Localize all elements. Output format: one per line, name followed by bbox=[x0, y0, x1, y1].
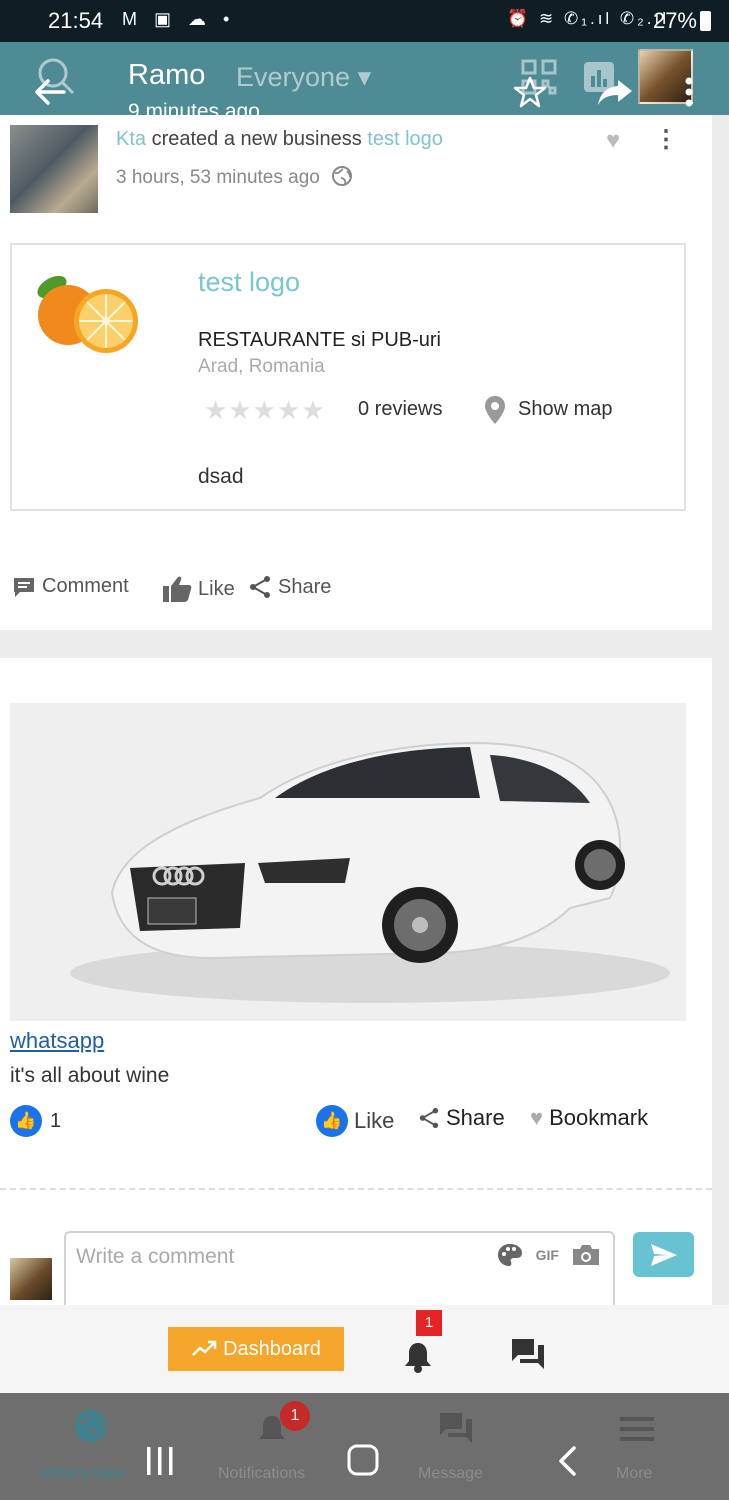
activity-headline: Kta created a new business test logo bbox=[116, 128, 443, 151]
business-card[interactable]: test logo RESTAURANTE si PUB-uri Arad, R… bbox=[10, 243, 686, 511]
commenter-avatar bbox=[10, 1258, 52, 1300]
battery-indicator: 27% bbox=[653, 8, 711, 34]
chat-icon bbox=[440, 1413, 472, 1443]
post-link[interactable]: whatsapp bbox=[10, 1028, 104, 1054]
bottom-navigation: What's New 1 Notifications Message More bbox=[0, 1393, 729, 1500]
bell-icon bbox=[405, 1343, 431, 1373]
heart-icon: ♥ bbox=[530, 1105, 544, 1130]
app-header: Ramo Everyone ▾ 9 minutes ago bbox=[0, 42, 729, 123]
status-signal-icons: ⏰ ≋ ✆₁.ıl ✆₂.ıl bbox=[507, 9, 669, 28]
back-icon[interactable] bbox=[556, 1445, 580, 1477]
share-label: Share bbox=[278, 575, 332, 598]
quick-tab-bar: Dashboard 1 bbox=[0, 1305, 729, 1393]
like-label: Like bbox=[198, 577, 235, 600]
battery-percent: 27% bbox=[652, 8, 697, 33]
notifications-tab[interactable]: 1 bbox=[400, 1310, 442, 1380]
like-count[interactable]: 👍 1 bbox=[10, 1105, 61, 1137]
author-link[interactable]: Kta bbox=[116, 128, 146, 150]
dashboard-label: Dashboard bbox=[223, 1337, 321, 1360]
thumbs-up-icon: 👍 bbox=[316, 1105, 348, 1137]
thumbs-up-icon bbox=[163, 576, 192, 602]
globe-icon bbox=[332, 166, 353, 186]
show-map-link[interactable]: Show map bbox=[518, 398, 613, 421]
more-vertical-icon[interactable] bbox=[684, 76, 694, 108]
activity-feed[interactable]: Kta created a new business test logo 3 h… bbox=[0, 115, 729, 1305]
business-category: RESTAURANTE si PUB-uri bbox=[198, 329, 441, 351]
dashboard-button[interactable]: Dashboard bbox=[168, 1327, 344, 1371]
menu-icon bbox=[620, 1417, 654, 1441]
battery-icon bbox=[700, 11, 711, 31]
activity-time: 3 hours, 53 minutes ago bbox=[116, 165, 353, 189]
nav-message-label: Message bbox=[418, 1465, 483, 1482]
camera-icon[interactable] bbox=[571, 1243, 601, 1267]
comment-tools: GIF bbox=[496, 1242, 601, 1268]
send-comment-button[interactable] bbox=[633, 1232, 694, 1277]
activity-time-text: 3 hours, 53 minutes ago bbox=[116, 167, 320, 188]
comment-label: Comment bbox=[42, 575, 129, 597]
status-notification-icons: M ▣ ☁ • bbox=[122, 9, 236, 29]
business-name[interactable]: test logo bbox=[198, 267, 300, 298]
comment-icon bbox=[14, 577, 34, 597]
share-arrow-icon[interactable] bbox=[596, 78, 634, 106]
audience-selector[interactable]: Everyone ▾ bbox=[236, 62, 371, 93]
post-caption: it's all about wine bbox=[10, 1064, 170, 1087]
share-label: Share bbox=[446, 1105, 505, 1130]
nav-notifications-label: Notifications bbox=[218, 1465, 306, 1482]
back-arrow-icon[interactable] bbox=[34, 78, 66, 106]
comment-input[interactable]: Write a comment GIF bbox=[64, 1231, 615, 1305]
author-avatar[interactable] bbox=[10, 125, 98, 213]
globe-icon bbox=[75, 1410, 107, 1442]
send-icon bbox=[650, 1243, 677, 1266]
notification-badge: 1 bbox=[416, 1310, 442, 1336]
star-icon[interactable] bbox=[513, 76, 547, 108]
palette-icon[interactable] bbox=[496, 1242, 524, 1268]
comment-divider bbox=[0, 1188, 712, 1190]
nav-whats-new-label: What's New bbox=[40, 1465, 125, 1482]
chat-icon[interactable] bbox=[510, 1337, 546, 1371]
nav-notification-badge: 1 bbox=[280, 1401, 310, 1431]
map-pin-icon bbox=[485, 396, 505, 424]
share-button[interactable]: Share bbox=[418, 1105, 505, 1131]
comment-button[interactable]: Comment bbox=[12, 575, 129, 598]
bookmark-label: Bookmark bbox=[549, 1105, 649, 1130]
business-logo-orange bbox=[37, 275, 138, 353]
share-icon bbox=[250, 576, 270, 598]
share-button[interactable]: Share bbox=[248, 575, 331, 599]
activity-action-text: created a new business bbox=[146, 128, 368, 150]
share-icon bbox=[419, 1107, 439, 1129]
page-title: Ramo bbox=[128, 59, 206, 91]
heart-icon[interactable]: ♥ bbox=[606, 127, 620, 155]
post-photo-car[interactable] bbox=[10, 703, 686, 1021]
rating-stars: ★★★★★ bbox=[204, 395, 326, 425]
trending-up-icon bbox=[192, 1340, 217, 1356]
business-description: dsad bbox=[198, 465, 244, 488]
comment-placeholder: Write a comment bbox=[76, 1245, 235, 1268]
status-time: 21:54 bbox=[48, 8, 104, 33]
reviews-count[interactable]: 0 reviews bbox=[358, 398, 442, 421]
like-button[interactable]: 👍 Like bbox=[316, 1105, 394, 1137]
like-button[interactable]: Like bbox=[162, 575, 235, 603]
home-icon[interactable] bbox=[346, 1443, 380, 1477]
recent-apps-icon[interactable] bbox=[144, 1445, 176, 1477]
nav-more-label: More bbox=[616, 1465, 653, 1482]
status-bar: 21:54 M ▣ ☁ • ⏰ ≋ ✆₁.ıl ✆₂.ıl 27% bbox=[0, 0, 729, 42]
business-link[interactable]: test logo bbox=[367, 128, 443, 150]
like-count-value: 1 bbox=[50, 1109, 62, 1132]
bookmark-button[interactable]: ♥ Bookmark bbox=[530, 1105, 648, 1131]
post-options-icon[interactable]: ⋮ bbox=[654, 125, 678, 154]
like-label: Like bbox=[354, 1108, 395, 1133]
photo-post-card: whatsapp it's all about wine 👍 1 👍 Like … bbox=[0, 658, 712, 1305]
gif-button[interactable]: GIF bbox=[536, 1247, 559, 1263]
business-location: Arad, Romania bbox=[198, 356, 325, 377]
like-reaction-icon: 👍 bbox=[10, 1105, 42, 1137]
activity-card: Kta created a new business test logo 3 h… bbox=[0, 115, 712, 630]
